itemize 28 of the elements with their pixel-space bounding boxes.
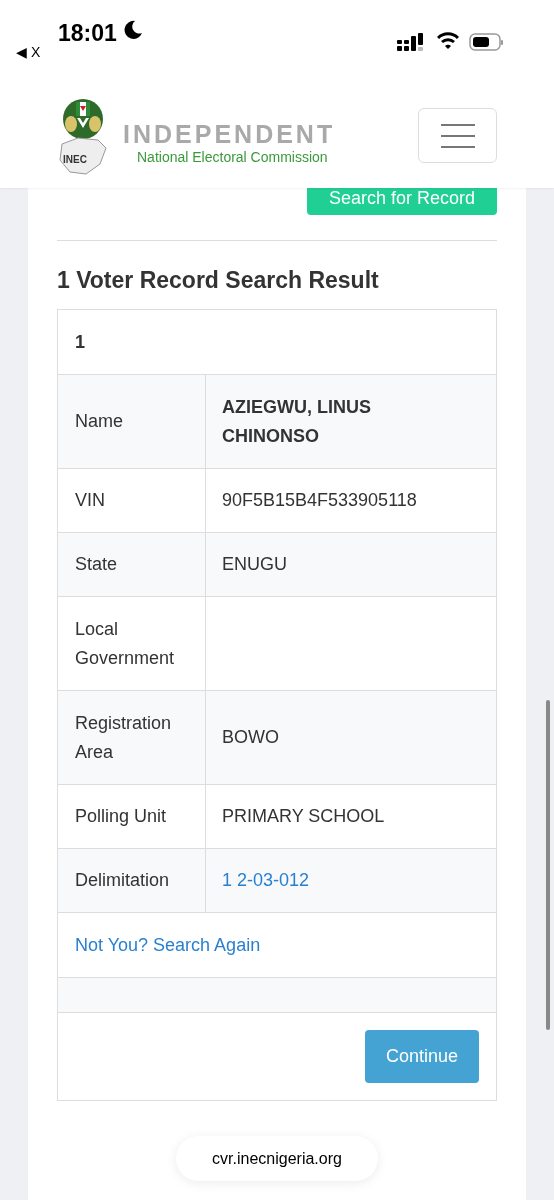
field-value: BOWO <box>222 726 279 749</box>
field-label: VIN <box>75 489 105 512</box>
field-value: AZIEGWU, LINUS CHINONSO <box>222 395 372 448</box>
menu-button[interactable] <box>418 108 497 163</box>
field-label: Local Government <box>75 617 176 670</box>
result-heading: 1 Voter Record Search Result <box>57 266 380 295</box>
back-link[interactable]: ◀ X <box>16 42 41 63</box>
field-label: State <box>75 553 118 576</box>
menu-icon <box>440 123 475 148</box>
delimitation-link[interactable]: 1 2-03-012 <box>222 866 310 895</box>
field-label: Registration Area <box>75 711 173 764</box>
field-value: 90F5B15B4F533905118 <box>222 489 417 512</box>
moon-icon <box>123 20 143 40</box>
field-label: Polling Unit <box>75 805 167 828</box>
logo-badge-text: INEC <box>63 153 87 167</box>
logo-title: INDEPENDENT <box>123 119 336 150</box>
continue-button[interactable]: Continue <box>365 1030 479 1083</box>
field-value: ENUGU <box>222 553 287 576</box>
field-value: PRIMARY SCHOOL <box>222 805 385 828</box>
url-bar[interactable]: cvr.inecnigeria.org <box>176 1136 378 1181</box>
status-time: 18:01 <box>58 19 117 48</box>
record-number: 1 <box>75 330 85 354</box>
search-again-link[interactable]: Not You? Search Again <box>75 931 261 959</box>
wifi-icon <box>437 32 459 50</box>
field-label: Name <box>75 410 123 433</box>
battery-icon <box>469 32 505 52</box>
field-label: Delimitation <box>75 869 170 892</box>
logo-subtitle: National Electoral Commission <box>137 148 328 167</box>
